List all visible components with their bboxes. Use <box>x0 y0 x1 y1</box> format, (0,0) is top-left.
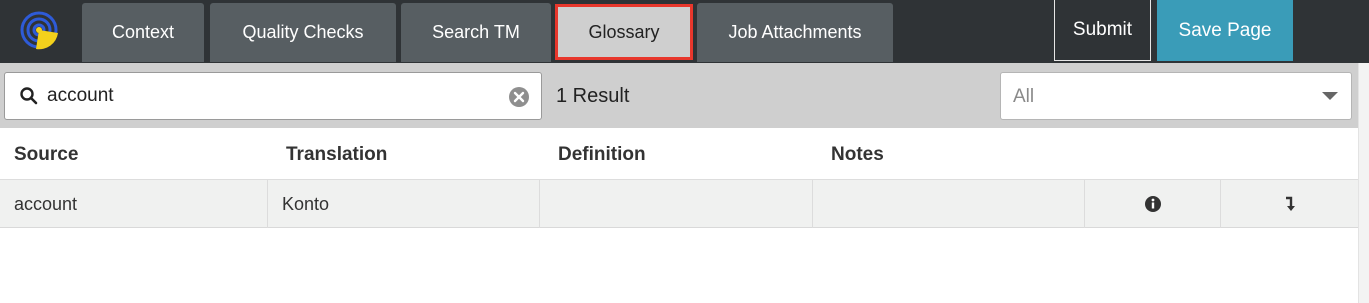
insert-arrow-icon[interactable] <box>1283 195 1297 213</box>
filter-selected-value: All <box>1013 86 1035 107</box>
scrollbar[interactable] <box>1358 63 1369 303</box>
column-header-translation[interactable]: Translation <box>286 144 387 166</box>
insert-cell[interactable] <box>1221 180 1358 228</box>
top-toolbar: Context Quality Checks Search TM Glossar… <box>0 0 1369 63</box>
info-icon[interactable] <box>1144 195 1162 213</box>
table-header: Source Translation Definition Notes <box>0 128 1358 180</box>
clear-icon[interactable] <box>508 86 530 108</box>
cell-definition <box>540 180 813 228</box>
column-header-notes[interactable]: Notes <box>831 144 884 166</box>
submit-button[interactable]: Submit <box>1054 0 1151 61</box>
tab-quality-checks[interactable]: Quality Checks <box>210 3 396 62</box>
cell-translation: Konto <box>268 180 540 228</box>
tab-context[interactable]: Context <box>82 3 204 62</box>
logo-icon <box>20 11 58 50</box>
save-page-button[interactable]: Save Page <box>1157 0 1293 61</box>
tab-search-tm[interactable]: Search TM <box>401 3 551 62</box>
result-count: 1 Result <box>556 85 630 107</box>
info-cell[interactable] <box>1085 180 1221 228</box>
search-icon <box>20 87 38 105</box>
filter-select[interactable]: All <box>1000 72 1352 120</box>
tab-glossary[interactable]: Glossary <box>555 4 693 60</box>
tab-job-attachments[interactable]: Job Attachments <box>697 3 893 62</box>
search-input[interactable] <box>47 82 497 110</box>
glossary-search-bar: 1 Result All <box>0 63 1369 128</box>
column-header-definition[interactable]: Definition <box>558 144 646 166</box>
table-row[interactable]: account Konto <box>0 180 1358 228</box>
column-header-source[interactable]: Source <box>14 144 78 166</box>
cell-notes <box>813 180 1085 228</box>
glossary-table: Source Translation Definition Notes acco… <box>0 128 1358 228</box>
chevron-down-icon <box>1322 92 1338 100</box>
search-box[interactable] <box>4 72 542 120</box>
cell-source: account <box>0 180 268 228</box>
